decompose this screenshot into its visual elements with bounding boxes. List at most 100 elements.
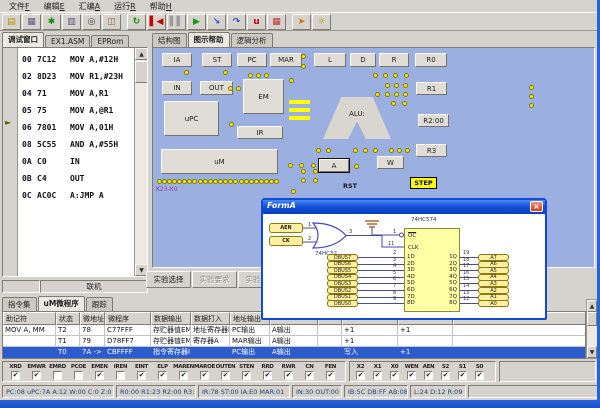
- experiment-button-1[interactable]: 实验选择: [146, 271, 191, 288]
- pause-icon[interactable]: ▌▌: [167, 14, 186, 30]
- step-over-icon[interactable]: ↷: [227, 14, 246, 30]
- menu-编辑E[interactable]: 编辑E: [37, 1, 72, 12]
- chip-d-pin: 2D: [407, 261, 415, 267]
- code-line[interactable]: 067801MOV A,01H: [22, 119, 113, 136]
- code-line[interactable]: 0471MOV A,R1: [22, 85, 109, 102]
- signal-checkbox[interactable]: ✔: [221, 371, 230, 380]
- signal-checkbox[interactable]: ✔: [326, 371, 335, 380]
- step-into-icon[interactable]: ↘: [207, 14, 226, 30]
- signal-checkbox[interactable]: ✔: [284, 371, 293, 380]
- signal-checkbox[interactable]: ✔: [158, 371, 167, 380]
- code-line[interactable]: 0CAC0CA:JMP A: [22, 187, 104, 204]
- block-ir[interactable]: IR: [237, 126, 283, 139]
- block-r[interactable]: R: [379, 53, 409, 67]
- block-em[interactable]: EM: [243, 79, 284, 114]
- table-row[interactable]: MOV A, MMT278C77FFF存贮器值EM地址寄存器MPC输出A输出+1…: [3, 325, 586, 336]
- signal-checkbox[interactable]: ✔: [242, 371, 251, 380]
- table-scroll-down-icon[interactable]: ▼: [587, 346, 597, 358]
- signal-checkbox[interactable]: ✔: [475, 371, 484, 380]
- help-icon[interactable]: ➤: [292, 14, 311, 30]
- signal-checkbox[interactable]: ✔: [373, 371, 382, 380]
- compile-icon[interactable]: ✱: [42, 14, 61, 30]
- forma-window[interactable]: FormA × 1 2 3 1 11: [261, 198, 547, 320]
- tab-指令集[interactable]: 指令集: [2, 297, 37, 311]
- block-a[interactable]: A: [319, 159, 349, 172]
- reset-icon[interactable]: ↻: [127, 14, 146, 30]
- tab-图示帮助[interactable]: 图示帮助: [188, 32, 230, 47]
- step-button[interactable]: STEP: [410, 177, 437, 189]
- signal-checkbox[interactable]: ✔: [11, 371, 20, 380]
- signal-checkbox[interactable]: ✔: [32, 371, 41, 380]
- block-r1[interactable]: R1: [416, 82, 447, 95]
- code-line[interactable]: 085C55AND A,#55H: [22, 136, 118, 153]
- signal-checkbox[interactable]: ✔: [179, 371, 188, 380]
- signal-checkbox[interactable]: ✔: [441, 371, 450, 380]
- code-listing[interactable]: 007C12MOV A,#12H028D23MOV R1,#23H0471MOV…: [2, 47, 148, 277]
- tab-结构图[interactable]: 结构图: [152, 33, 187, 47]
- forma-title-bar[interactable]: FormA ×: [263, 200, 545, 214]
- copy-icon[interactable]: ▥: [62, 14, 81, 30]
- block-upc[interactable]: uPC: [164, 101, 219, 136]
- signal-checkbox[interactable]: ✔: [263, 371, 272, 380]
- scroll-up-icon[interactable]: ▲: [135, 48, 148, 60]
- table-row[interactable]: T07A ->CBFFFF指令寄存器IPC输出A输出写入+1: [3, 347, 586, 358]
- signal-checkbox[interactable]: ✔: [458, 371, 467, 380]
- signal-checkbox[interactable]: ✔: [200, 371, 209, 380]
- block-st[interactable]: ST: [202, 53, 232, 67]
- about-icon[interactable]: ☼: [312, 14, 331, 30]
- tab-EX1.ASM[interactable]: EX1.ASM: [45, 35, 90, 47]
- close-icon[interactable]: ×: [530, 201, 543, 212]
- block-um[interactable]: uM: [161, 149, 278, 174]
- alu-shape[interactable]: [323, 97, 391, 139]
- block-ia[interactable]: IA: [162, 53, 192, 67]
- micro-step-icon[interactable]: u: [247, 14, 266, 30]
- tab-调试窗口[interactable]: 调试窗口: [2, 32, 44, 47]
- table-scroll-up-icon[interactable]: ▲: [587, 300, 597, 312]
- table-row[interactable]: T179D78FF7存贮器值EM寄存器AMAR输出A输出+1: [3, 336, 586, 347]
- block-l[interactable]: L: [314, 53, 346, 67]
- table-scroll-thumb[interactable]: [587, 312, 597, 326]
- menu-汇编A[interactable]: 汇编A: [72, 1, 107, 12]
- exit-icon[interactable]: ◫: [102, 14, 121, 30]
- block-w[interactable]: W: [377, 156, 404, 169]
- signal-checkbox[interactable]: ✔: [424, 371, 433, 380]
- tab-跟踪[interactable]: 跟踪: [86, 297, 113, 311]
- block-r3[interactable]: R3: [416, 144, 447, 157]
- signal-checkbox[interactable]: ✔: [407, 371, 416, 380]
- save-icon[interactable]: ▦: [22, 14, 41, 30]
- signal-checkbox[interactable]: ✔: [137, 371, 146, 380]
- search-icon[interactable]: ◎: [82, 14, 101, 30]
- menu-文件F[interactable]: 文件F: [2, 1, 37, 12]
- block-d[interactable]: D: [350, 53, 376, 67]
- signal-checkbox[interactable]: ✔: [305, 371, 314, 380]
- menu-运行R[interactable]: 运行R: [107, 1, 143, 12]
- tab-EPRom[interactable]: EPRom: [91, 35, 129, 47]
- tab-uM微程序[interactable]: uM微程序: [38, 296, 85, 311]
- code-line[interactable]: 007C12MOV A,#12H: [22, 51, 118, 68]
- open-icon[interactable]: ▤: [2, 14, 21, 30]
- block-mar[interactable]: MAR: [270, 53, 302, 67]
- signal-checkbox[interactable]: ✔: [390, 371, 399, 380]
- block-r0[interactable]: R0: [415, 53, 447, 67]
- tab-逻辑分析[interactable]: 逻辑分析: [231, 33, 273, 47]
- signal-checkbox[interactable]: [116, 371, 125, 380]
- run-to-cursor-icon[interactable]: ▌◀: [147, 14, 166, 30]
- code-line[interactable]: 0BC4OUT: [22, 170, 84, 187]
- signal-checkbox[interactable]: [74, 371, 83, 380]
- code-line[interactable]: 028D23MOV R1,#23H: [22, 68, 123, 85]
- run-icon[interactable]: ▶: [187, 14, 206, 30]
- status-segment: IB:5C DB:FF AB:08: [344, 385, 408, 398]
- menu-帮助H[interactable]: 帮助H: [143, 1, 179, 12]
- code-line[interactable]: 0AC0IN: [22, 153, 80, 170]
- code-line[interactable]: 0575MOV A,@R1: [22, 102, 113, 119]
- signal-checkbox[interactable]: ✔: [356, 371, 365, 380]
- scroll-thumb[interactable]: [135, 61, 148, 83]
- registers-icon[interactable]: ▦: [267, 14, 286, 30]
- block-r2[interactable]: R2:00: [418, 114, 449, 127]
- block-pc[interactable]: PC: [237, 53, 267, 67]
- signal-checkbox[interactable]: [53, 371, 62, 380]
- code-scrollbar[interactable]: ▲ ▼: [134, 48, 147, 276]
- signal-checkbox[interactable]: ✔: [95, 371, 104, 380]
- block-in[interactable]: IN: [162, 81, 192, 95]
- forma-title: FormA: [267, 201, 296, 210]
